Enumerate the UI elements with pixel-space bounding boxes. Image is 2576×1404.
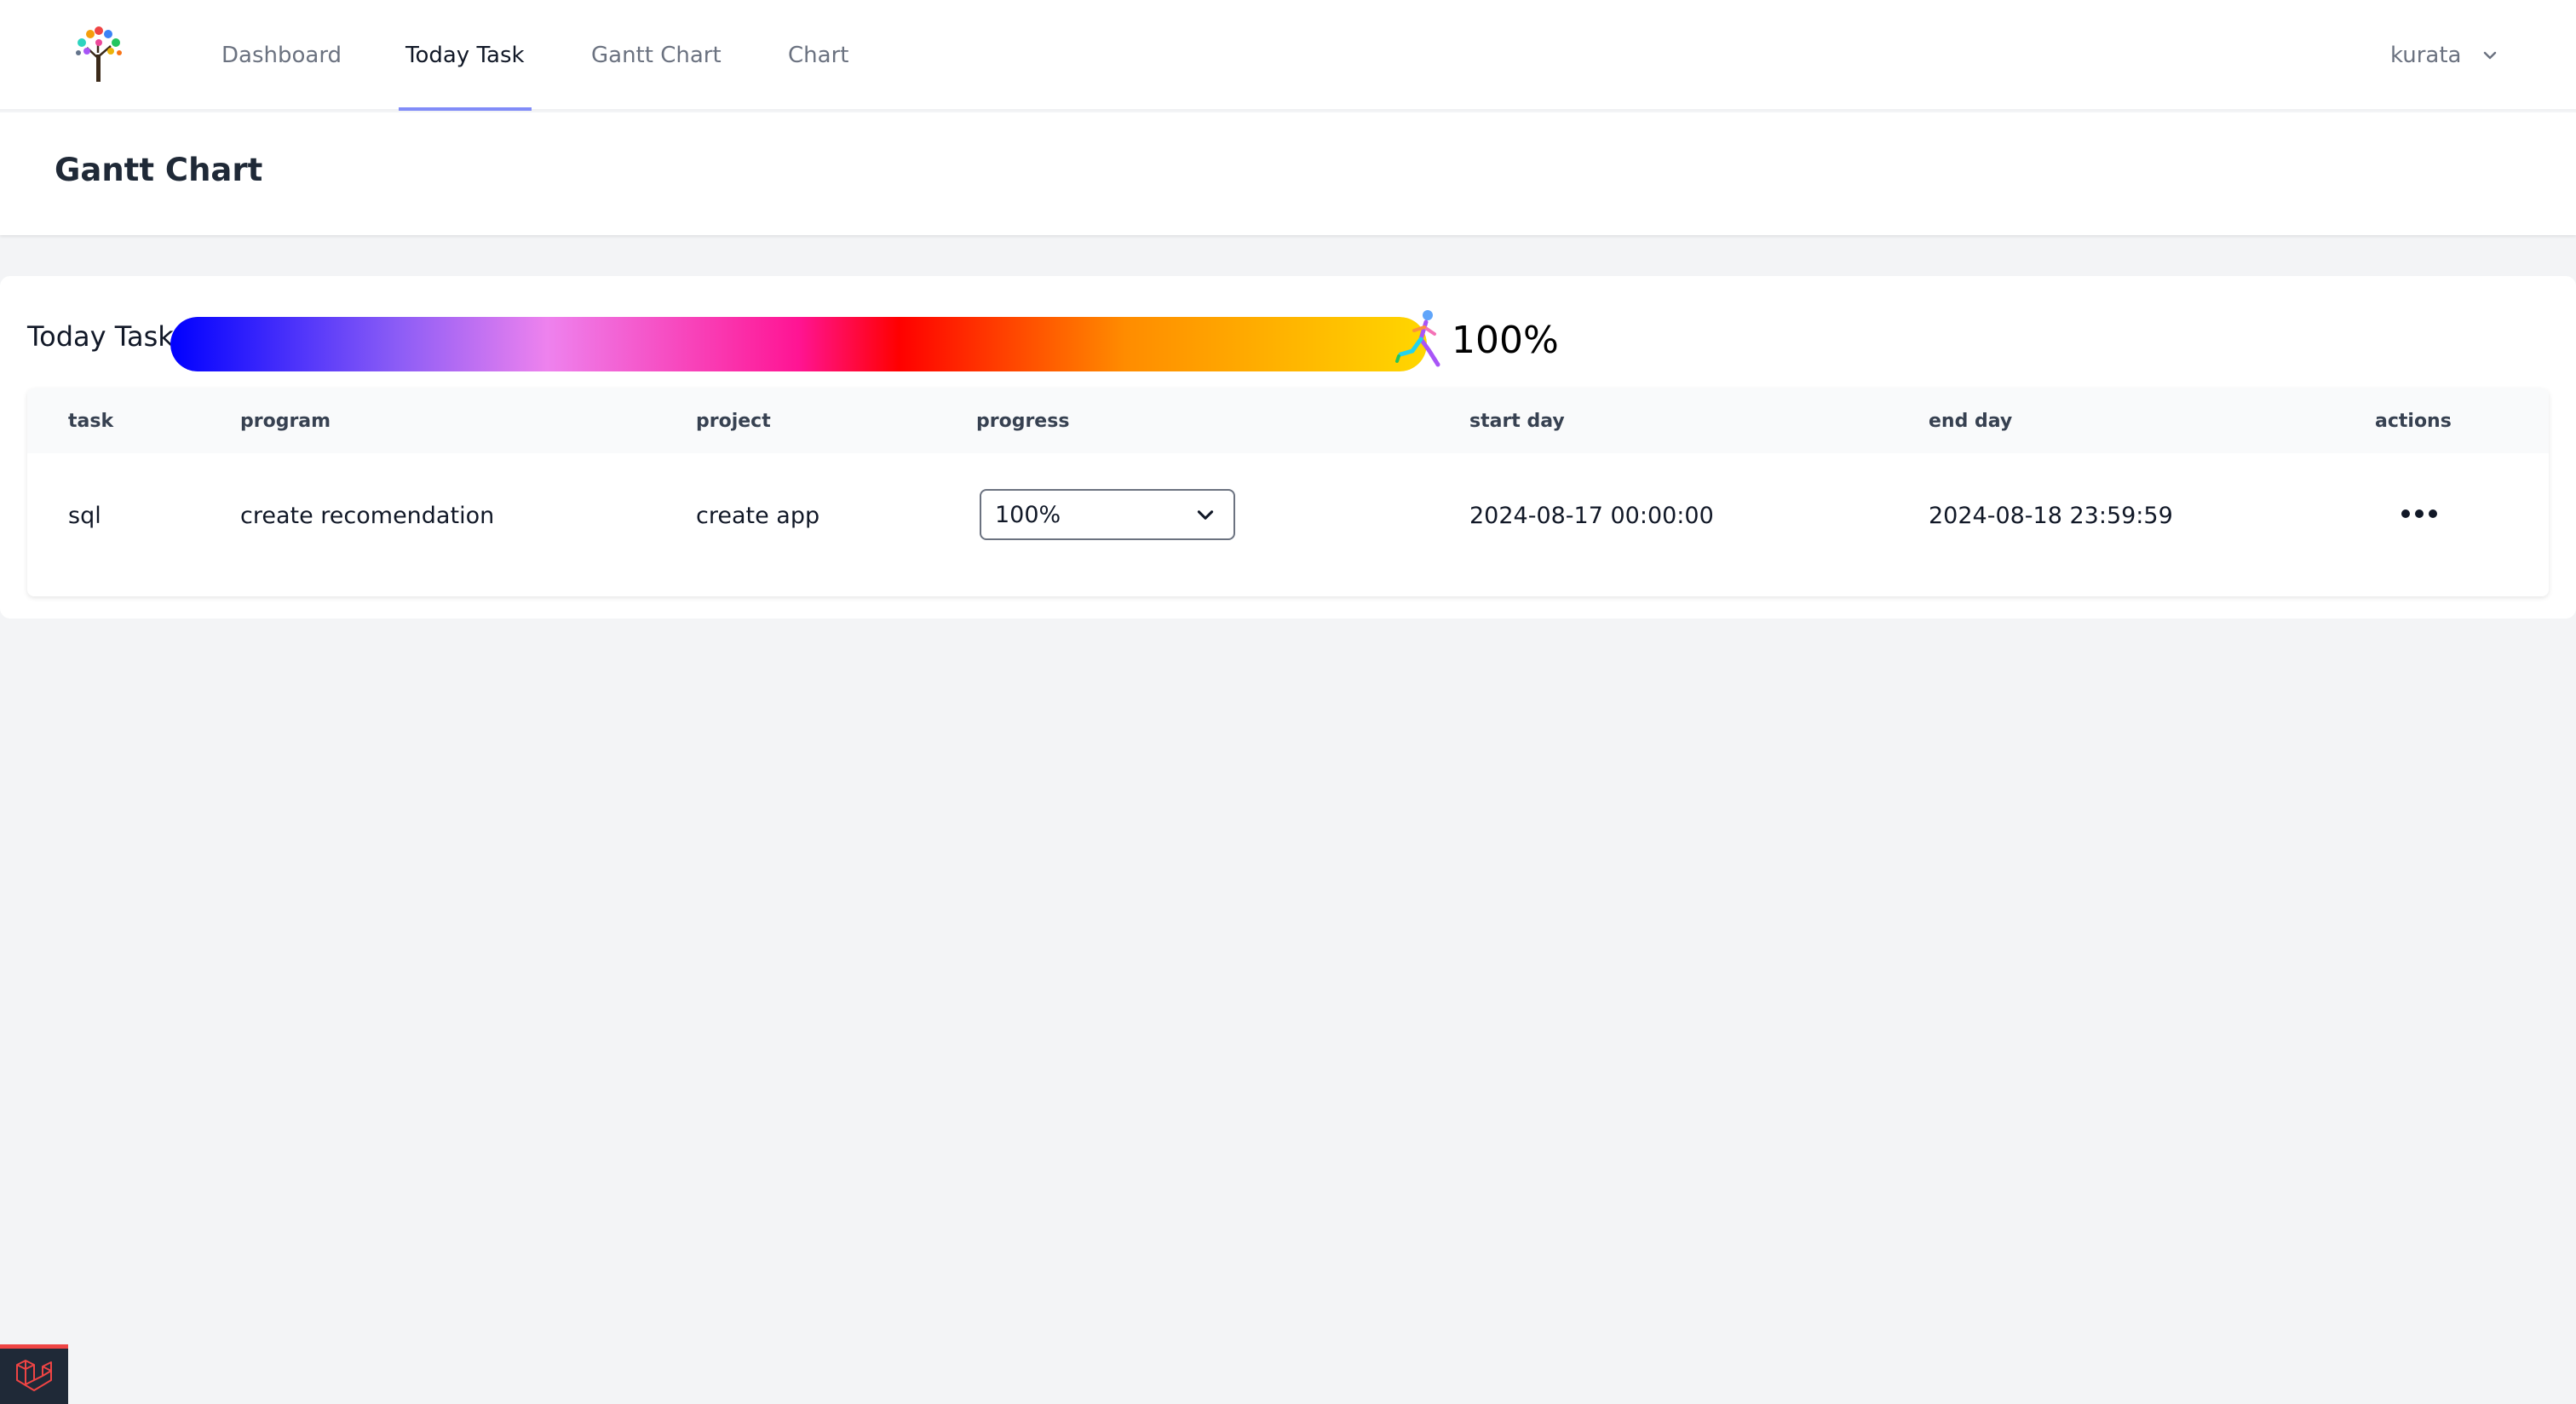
column-header-actions: actions (2375, 410, 2452, 432)
table-header: task program project progress start day … (27, 388, 2549, 453)
nav-dashboard[interactable]: Dashboard (215, 0, 348, 111)
task-table: task program project progress start day … (27, 388, 2549, 596)
today-task-label: Today Task (27, 320, 174, 353)
nav-chart[interactable]: Chart (781, 0, 855, 111)
chevron-down-icon (2484, 51, 2497, 60)
laravel-badge[interactable] (0, 1344, 68, 1404)
page-header: Gantt Chart (0, 112, 2576, 235)
nav-gantt-chart[interactable]: Gantt Chart (584, 0, 728, 111)
runner-icon (1395, 310, 1440, 367)
today-progress-value: 100% (1452, 319, 1559, 362)
top-navigation: Dashboard Today Task Gantt Chart Chart k… (0, 0, 2576, 111)
cell-program: create recomendation (240, 502, 495, 529)
progress-select[interactable]: 100% (980, 489, 1235, 540)
column-header-end-day: end day (1929, 410, 2013, 432)
cell-task: sql (68, 502, 101, 529)
laravel-icon (16, 1359, 52, 1391)
progress-select-value: 100% (995, 501, 1061, 528)
table-row: sql create recomendation create app 100%… (27, 453, 2549, 596)
column-header-progress: progress (976, 410, 1070, 432)
more-horizontal-icon[interactable] (2394, 501, 2445, 526)
cell-end-day: 2024-08-18 23:59:59 (1929, 502, 2173, 529)
chevron-down-icon (1197, 510, 1214, 520)
cell-start-day: 2024-08-17 00:00:00 (1469, 502, 1714, 529)
today-task-card: Today Task 100% task program project pro… (0, 276, 2576, 619)
today-progress-bar (170, 317, 1427, 371)
cell-project: create app (696, 502, 820, 529)
column-header-program: program (240, 410, 331, 432)
page-title: Gantt Chart (55, 152, 263, 188)
today-progress-fill (170, 317, 1427, 371)
nav-today-task[interactable]: Today Task (399, 0, 532, 111)
column-header-task: task (68, 410, 114, 432)
column-header-start-day: start day (1469, 410, 1565, 432)
column-header-project: project (696, 410, 771, 432)
user-name: kurata (2390, 43, 2462, 68)
tree-logo-icon[interactable] (68, 24, 129, 85)
user-menu[interactable]: kurata (2390, 0, 2500, 111)
